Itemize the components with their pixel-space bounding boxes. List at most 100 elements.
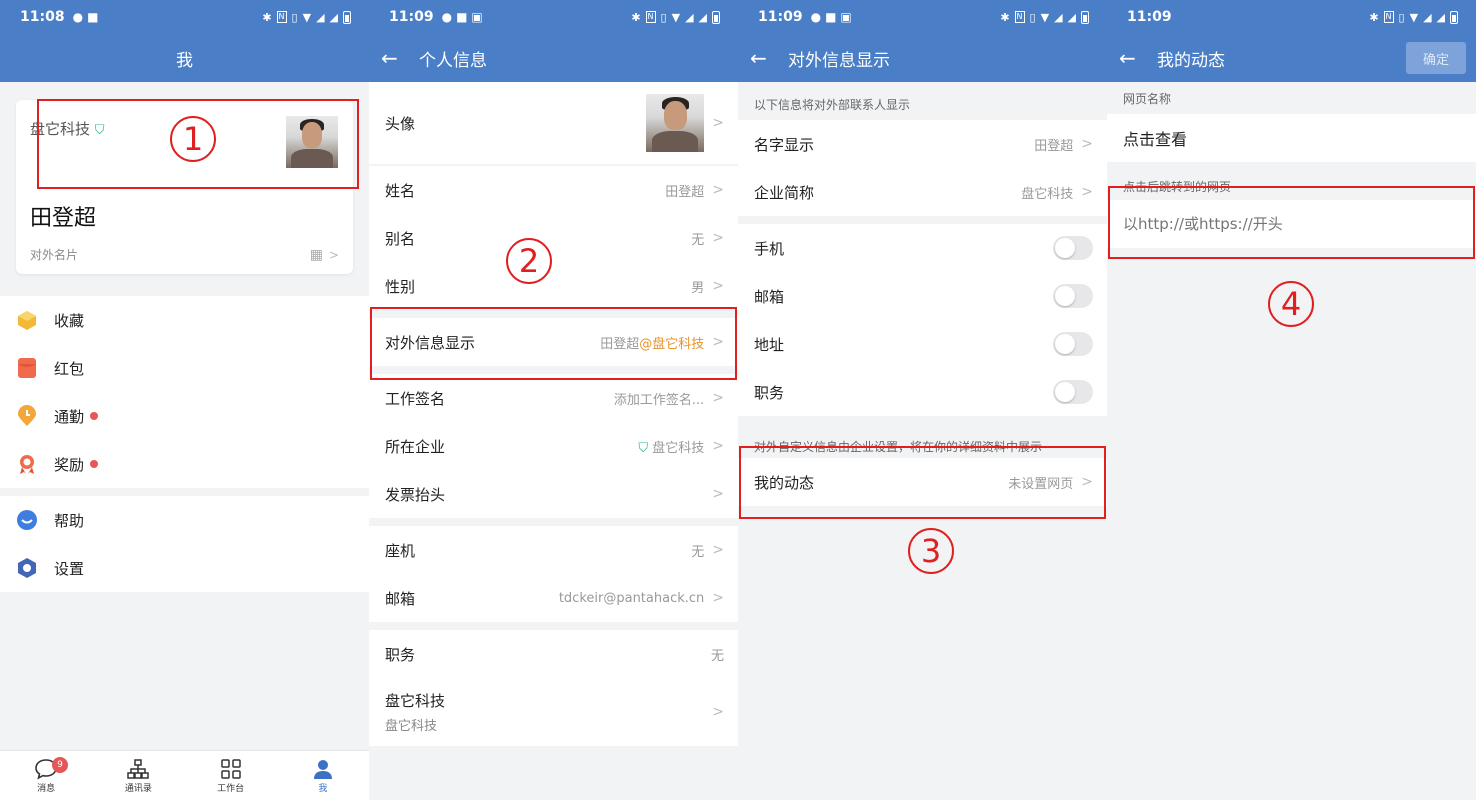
back-arrow-icon[interactable]: ← <box>1107 46 1147 70</box>
notification-dot <box>90 412 99 420</box>
panel-personal-info: 11:09 ● ■ ▣ ✱ N ▯ ▼ ◢ ◢ ← 个人信息 头像 > 姓名 田登超… <box>369 0 738 800</box>
row-avatar[interactable]: 头像 > <box>369 82 738 164</box>
status-bar: 11:08 ● ■ ✱ N ▯ ▼ ◢ ◢ <box>0 0 369 34</box>
row-label: 性别 <box>385 277 416 296</box>
menu-item-label: 奖励 <box>54 455 85 474</box>
wechat-icon: ● <box>441 10 453 24</box>
chevron-right-icon: > <box>712 390 724 406</box>
row-label: 邮箱 <box>754 287 785 306</box>
menu-item-label: 设置 <box>54 559 85 578</box>
page-title: 对外信息显示 <box>788 50 890 71</box>
row-label: 座机 <box>385 541 416 560</box>
notification-dot <box>90 460 99 468</box>
top-bar: ← 对外信息显示 <box>738 34 1107 82</box>
row-position: 职务 无 <box>369 630 738 678</box>
step-marker: 3 <box>908 528 954 574</box>
page-title: 个人信息 <box>419 50 487 71</box>
bluetooth-icon: ✱ <box>1000 10 1010 24</box>
help-chat-icon <box>16 509 38 531</box>
chevron-right-icon: > <box>1081 136 1093 152</box>
panel-me: 11:08 ● ■ ✱ N ▯ ▼ ◢ ◢ 我 盘它科技 ⛉ 田登超 对外名片 ▦… <box>0 0 369 800</box>
status-time: 11:08 <box>20 9 65 25</box>
row-company[interactable]: 所在企业 ⛉ 盘它科技 > <box>369 422 738 470</box>
highlight-box <box>1108 186 1475 259</box>
menu-item-favorites[interactable]: 收藏 <box>0 296 369 344</box>
confirm-button[interactable]: 确定 <box>1406 42 1466 74</box>
wifi-icon: ▼ <box>1409 10 1419 24</box>
menu-item-help[interactable]: 帮助 <box>0 496 369 544</box>
row-toggle-position: 职务 <box>738 368 1107 416</box>
chevron-right-icon: > <box>712 542 724 558</box>
webpage-name-field[interactable]: 点击查看 <box>1107 114 1476 162</box>
tab-workbench[interactable]: 工作台 <box>185 751 277 800</box>
battery-icon <box>1081 10 1089 24</box>
row-value: 田登超 <box>1034 138 1074 154</box>
bluetooth-icon: ✱ <box>1369 10 1379 24</box>
panel-external-info: 11:09 ● ■ ▣ ✱ N ▯ ▼ ◢ ◢ ← 对外信息显示 以下信息将对外部联… <box>738 0 1107 800</box>
row-value: 无 <box>691 544 705 560</box>
highlight-box <box>370 307 737 380</box>
tab-contacts[interactable]: 通讯录 <box>92 751 184 800</box>
bluetooth-icon: ✱ <box>631 10 641 24</box>
position-toggle[interactable] <box>1053 380 1093 404</box>
chevron-right-icon: > <box>712 704 724 720</box>
email-toggle[interactable] <box>1053 284 1093 308</box>
image-icon: ▣ <box>840 10 852 24</box>
page-title: 我的动态 <box>1157 50 1225 71</box>
row-email[interactable]: 邮箱 tdckeir@pantahack.cn > <box>369 574 738 622</box>
tab-me[interactable]: 我 <box>277 751 369 800</box>
status-time: 11:09 <box>1127 9 1172 25</box>
row-label: 名字显示 <box>754 135 815 154</box>
chevron-right-icon: > <box>712 278 724 294</box>
row-alias[interactable]: 别名 无 > <box>369 214 738 262</box>
menu-item-commute[interactable]: 通勤 <box>0 392 369 440</box>
row-display-name[interactable]: 名字显示 田登超 > <box>738 120 1107 168</box>
box-icon <box>16 309 38 331</box>
vibrate-icon: ▯ <box>1398 10 1405 24</box>
app-notification-icon: ■ <box>87 10 99 24</box>
chevron-right-icon: > <box>1081 184 1093 200</box>
page-title: 我 <box>176 50 193 71</box>
row-department[interactable]: 盘它科技 盘它科技 > <box>369 678 738 746</box>
row-invoice-title[interactable]: 发票抬头 > <box>369 470 738 518</box>
department-sub: 盘它科技 <box>385 719 438 734</box>
phone-toggle[interactable] <box>1053 236 1093 260</box>
tab-label: 我 <box>318 784 328 794</box>
back-arrow-icon[interactable]: ← <box>369 46 409 70</box>
battery-icon <box>343 10 351 24</box>
wechat-icon: ● <box>810 10 822 24</box>
signal-icon: ◢ <box>316 10 325 24</box>
signal-icon: ◢ <box>1054 10 1063 24</box>
row-landline[interactable]: 座机 无 > <box>369 526 738 574</box>
chevron-right-icon: > <box>712 115 724 131</box>
signal-icon: ◢ <box>329 10 338 24</box>
row-label: 手机 <box>754 239 785 258</box>
row-name[interactable]: 姓名 田登超 > <box>369 166 738 214</box>
menu-item-rewards[interactable]: 奖励 <box>0 440 369 488</box>
vibrate-icon: ▯ <box>660 10 667 24</box>
vibrate-icon: ▯ <box>1029 10 1036 24</box>
avatar <box>646 94 705 152</box>
signal-icon: ◢ <box>698 10 707 24</box>
battery-icon <box>712 10 720 24</box>
nfc-icon: N <box>1383 11 1394 23</box>
back-arrow-icon[interactable]: ← <box>738 46 778 70</box>
menu-item-red-packet[interactable]: 红包 <box>0 344 369 392</box>
bluetooth-icon: ✱ <box>262 10 272 24</box>
row-company-short[interactable]: 企业简称 盘它科技 > <box>738 168 1107 216</box>
row-work-signature[interactable]: 工作签名 添加工作签名... > <box>369 374 738 422</box>
user-name: 田登超 <box>30 206 97 231</box>
address-toggle[interactable] <box>1053 332 1093 356</box>
top-bar: ← 我的动态 确定 <box>1107 34 1476 82</box>
row-gender[interactable]: 性别 男 > <box>369 262 738 310</box>
row-value: 添加工作签名... <box>613 392 705 408</box>
highlight-box <box>739 446 1106 519</box>
menu-item-settings[interactable]: 设置 <box>0 544 369 592</box>
row-label: 姓名 <box>385 181 416 200</box>
tab-messages[interactable]: 消息 9 <box>0 751 92 800</box>
qr-code-icon[interactable]: ▦ <box>310 247 323 263</box>
status-time: 11:09 <box>758 9 803 25</box>
app-notification-icon: ■ <box>825 10 837 24</box>
wifi-icon: ▼ <box>302 10 312 24</box>
chevron-right-icon: > <box>712 182 724 198</box>
